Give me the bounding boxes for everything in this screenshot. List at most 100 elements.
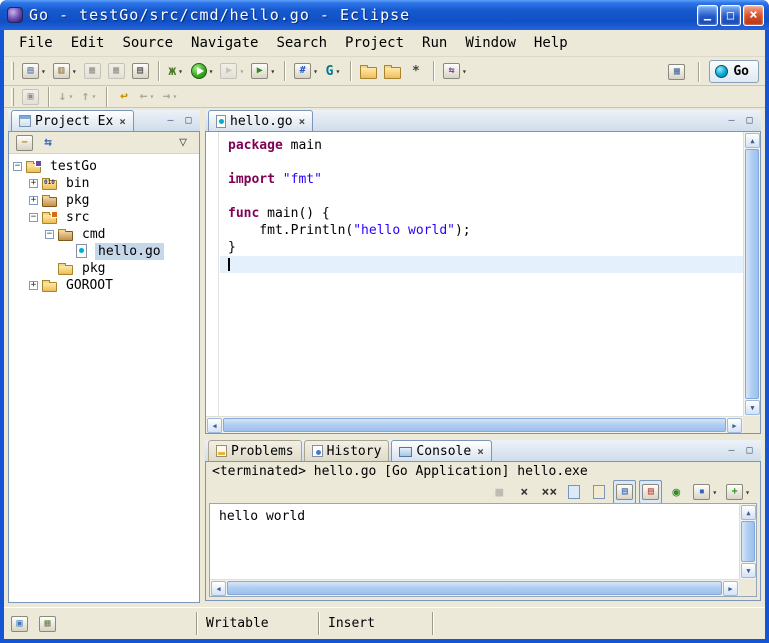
link-with-editor-button[interactable]: ⇆: [37, 132, 59, 155]
open-perspective-button[interactable]: ▦: [665, 60, 688, 84]
console-output-area[interactable]: hello world ▲ ▼ ◀ ▶: [209, 503, 757, 597]
code-line[interactable]: package main: [220, 137, 743, 154]
console-vertical-scrollbar[interactable]: ▲ ▼: [739, 504, 756, 579]
editor-vertical-scrollbar[interactable]: ▲ ▼: [743, 132, 760, 416]
maximize-editor-button[interactable]: □: [742, 113, 757, 127]
tree-item-pkg[interactable]: +pkg: [9, 192, 199, 209]
scrollbar-thumb[interactable]: [223, 418, 726, 432]
dropdown-arrow-icon[interactable]: ▾: [178, 67, 183, 76]
scroll-lock-button[interactable]: [588, 480, 610, 504]
scroll-left-icon[interactable]: ◀: [207, 418, 222, 433]
maximize-view-button[interactable]: □: [181, 113, 196, 127]
dropdown-arrow-icon[interactable]: ▾: [239, 67, 244, 76]
scroll-right-icon[interactable]: ▶: [723, 581, 738, 596]
editor-horizontal-scrollbar[interactable]: ◀ ▶: [206, 416, 743, 433]
scroll-left-icon[interactable]: ◀: [211, 581, 226, 596]
tab-project-explorer[interactable]: Project Ex ×: [11, 110, 134, 131]
tree-item-goroot[interactable]: +GOROOT: [9, 277, 199, 294]
code-line[interactable]: [220, 256, 743, 273]
tree-expander-icon[interactable]: +: [29, 281, 38, 290]
scroll-up-icon[interactable]: ▲: [745, 133, 760, 148]
workspace-status-button[interactable]: ▦: [36, 612, 59, 636]
remove-all-terminated-button[interactable]: ××: [538, 480, 560, 504]
tree-expander-icon[interactable]: +: [29, 179, 38, 188]
menu-window[interactable]: Window: [456, 32, 525, 54]
scrollbar-thumb[interactable]: [745, 149, 759, 399]
close-editor-icon[interactable]: ×: [299, 115, 306, 128]
scrollbar-thumb[interactable]: [227, 581, 722, 595]
go-perspective-button[interactable]: Go: [709, 60, 759, 83]
dropdown-arrow-icon[interactable]: ▾: [150, 92, 155, 101]
dropdown-arrow-icon[interactable]: ▾: [745, 488, 750, 497]
menu-file[interactable]: File: [10, 32, 62, 54]
tree-item-cmd[interactable]: −cmd: [9, 226, 199, 243]
debug-button[interactable]: ж▾: [165, 59, 187, 83]
tree-item-hello-go[interactable]: hello.go: [9, 243, 199, 260]
close-view-icon[interactable]: ×: [119, 115, 126, 128]
new-project-button[interactable]: ▥▾: [50, 59, 80, 83]
new-go-package-button[interactable]: #▾: [291, 59, 321, 83]
tree-expander-icon[interactable]: −: [45, 230, 54, 239]
dropdown-arrow-icon[interactable]: ▾: [173, 92, 178, 101]
import-button[interactable]: [357, 59, 380, 83]
console-horizontal-scrollbar[interactable]: ◀ ▶: [210, 579, 739, 596]
title-bar[interactable]: Go - testGo/src/cmd/hello.go - Eclipse —…: [0, 0, 769, 30]
tree-item-pkg[interactable]: pkg: [9, 260, 199, 277]
print-button[interactable]: ▤: [129, 59, 152, 83]
last-edit-location-button[interactable]: ↩: [113, 85, 135, 109]
minimize-view-button[interactable]: —: [163, 113, 178, 127]
minimize-console-button[interactable]: —: [724, 443, 739, 457]
code-line[interactable]: }: [220, 239, 743, 256]
annotation-ruler[interactable]: [206, 132, 219, 416]
dropdown-arrow-icon[interactable]: ▾: [69, 92, 74, 101]
run-button[interactable]: ▾: [188, 59, 217, 83]
clear-console-button[interactable]: [563, 480, 585, 504]
scrollbar-thumb[interactable]: [741, 521, 755, 562]
dropdown-arrow-icon[interactable]: ▾: [209, 67, 214, 76]
new-go-app-button[interactable]: G▾: [322, 59, 344, 83]
minimize-window-button[interactable]: —: [697, 5, 718, 26]
tree-expander-icon[interactable]: −: [13, 162, 22, 171]
new-button[interactable]: ▤▾: [19, 59, 49, 83]
code-line[interactable]: fmt.Println("hello world");: [220, 222, 743, 239]
remove-launch-button[interactable]: ×: [513, 480, 535, 504]
code-line[interactable]: [220, 154, 743, 171]
scroll-right-icon[interactable]: ▶: [727, 418, 742, 433]
close-view-icon[interactable]: ×: [477, 445, 484, 458]
pin-console-button[interactable]: ◉: [665, 480, 687, 504]
toolbar-drag-handle[interactable]: [11, 88, 14, 106]
team-sync-button[interactable]: ⇆▾: [440, 59, 470, 83]
dropdown-arrow-icon[interactable]: ▾: [462, 67, 467, 76]
external-tools-button[interactable]: ▶▾: [248, 59, 278, 83]
scroll-up-icon[interactable]: ▲: [741, 505, 756, 520]
tab-console[interactable]: Console×: [391, 440, 491, 461]
view-menu-button[interactable]: ▽: [172, 132, 194, 155]
dropdown-arrow-icon[interactable]: ▾: [41, 67, 46, 76]
menu-help[interactable]: Help: [525, 32, 577, 54]
project-tree[interactable]: −testGo+010bin+pkg−src−cmdhello.gopkg+GO…: [9, 154, 199, 602]
code-line[interactable]: [220, 188, 743, 205]
tab-history[interactable]: History: [304, 440, 390, 461]
menu-run[interactable]: Run: [413, 32, 456, 54]
maximize-window-button[interactable]: □: [720, 5, 741, 26]
tree-item-src[interactable]: −src: [9, 209, 199, 226]
dropdown-arrow-icon[interactable]: ▾: [313, 67, 318, 76]
minimize-editor-button[interactable]: —: [724, 113, 739, 127]
dropdown-arrow-icon[interactable]: ▾: [712, 488, 717, 497]
dropdown-arrow-icon[interactable]: ▾: [92, 92, 97, 101]
code-line[interactable]: import "fmt": [220, 171, 743, 188]
dropdown-arrow-icon[interactable]: ▾: [72, 67, 77, 76]
menu-navigate[interactable]: Navigate: [182, 32, 267, 54]
scroll-down-icon[interactable]: ▼: [745, 400, 760, 415]
tree-expander-icon[interactable]: −: [29, 213, 38, 222]
maximize-console-button[interactable]: □: [742, 443, 757, 457]
close-window-button[interactable]: ×: [743, 5, 764, 26]
menu-edit[interactable]: Edit: [62, 32, 114, 54]
menu-search[interactable]: Search: [267, 32, 336, 54]
tab-hello-go[interactable]: hello.go ×: [208, 110, 313, 131]
tab-problems[interactable]: Problems: [208, 440, 302, 461]
tree-item-bin[interactable]: +010bin: [9, 175, 199, 192]
display-console-button[interactable]: ▪▾: [690, 480, 720, 504]
toolbar-drag-handle[interactable]: [11, 62, 14, 80]
search-button[interactable]: *: [405, 59, 427, 83]
